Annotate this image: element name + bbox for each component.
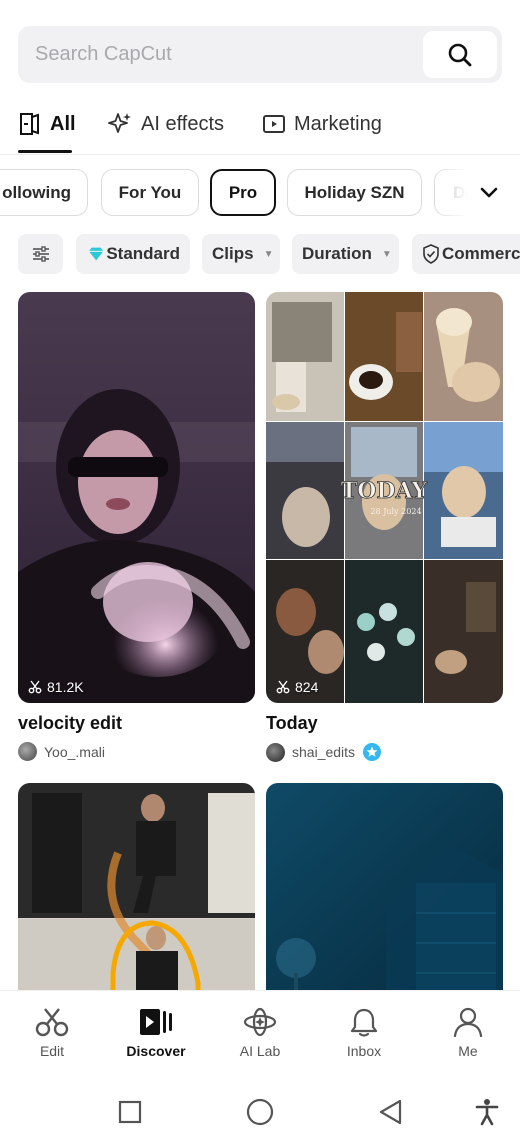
tab-all[interactable]: All	[18, 95, 76, 153]
nav-edit[interactable]: Edit	[2, 1007, 102, 1059]
nav-ai-lab[interactable]: AI Lab	[210, 1007, 310, 1059]
chip-holiday-szn[interactable]: Holiday SZN	[287, 169, 422, 216]
search-button[interactable]	[423, 31, 497, 78]
discover-page: All AI effects Marketing ollowing For Yo…	[0, 0, 520, 1147]
template-card[interactable]	[266, 783, 503, 1003]
bell-icon	[350, 1008, 378, 1037]
template-title: Today	[266, 713, 318, 733]
scissors-icon	[276, 680, 290, 694]
video-preview-image	[18, 783, 255, 1003]
search-icon	[448, 43, 472, 66]
system-nav-bar	[0, 1075, 520, 1147]
template-card[interactable]: 81.2K velocity edit Yoo_.mali	[18, 292, 255, 761]
filter-standard[interactable]: Standard	[76, 234, 190, 274]
template-icon	[20, 113, 39, 135]
nav-discover[interactable]: Discover	[106, 1007, 206, 1059]
chevron-down-icon	[480, 187, 498, 197]
bottom-nav: Edit Discover AI Lab Inbox Me	[0, 990, 520, 1070]
square-icon	[118, 1100, 142, 1124]
video-preview-image: TODAY 28 July 2024	[266, 292, 503, 703]
tab-ai-effects[interactable]: AI effects	[107, 95, 224, 153]
verified-badge-icon	[363, 743, 382, 761]
filter-duration[interactable]: Duration ▼	[292, 234, 399, 274]
triangle-back-icon	[379, 1099, 402, 1125]
avatar	[266, 742, 285, 762]
filter-clips[interactable]: Clips ▼	[202, 234, 280, 274]
accessibility-icon	[475, 1099, 499, 1126]
diamond-icon	[88, 247, 104, 261]
category-chips: ollowing For You Pro Holiday SZN Da	[0, 169, 520, 217]
nav-inbox[interactable]: Inbox	[314, 1007, 414, 1059]
ai-lab-icon	[243, 1007, 277, 1037]
usage-count: 824	[276, 679, 318, 695]
template-author[interactable]: Yoo_.mali	[18, 742, 255, 761]
discover-icon	[140, 1009, 172, 1035]
recent-apps-button[interactable]	[115, 1097, 145, 1127]
filter-row: Standard Clips ▼ Duration ▼ Commerc	[0, 234, 520, 274]
template-thumbnail[interactable]: TODAY 28 July 2024 824	[266, 292, 503, 703]
overlay-date: 28 July 2024	[370, 507, 421, 516]
home-button[interactable]	[245, 1097, 275, 1127]
accessibility-button[interactable]	[472, 1097, 502, 1127]
main-tabs: All AI effects Marketing	[0, 95, 520, 155]
play-box-icon	[263, 115, 285, 133]
template-title: velocity edit	[18, 713, 123, 733]
person-icon	[453, 1007, 483, 1037]
template-card[interactable]: TODAY 28 July 2024 824 Today shai_edits	[266, 292, 503, 762]
chip-following[interactable]: ollowing	[0, 169, 88, 216]
tab-label: AI effects	[141, 112, 225, 135]
overlay-title: TODAY	[341, 478, 428, 504]
template-thumbnail[interactable]: 81.2K	[18, 292, 255, 703]
sliders-icon	[32, 246, 49, 262]
video-preview-image	[266, 783, 503, 1003]
search-input[interactable]	[18, 26, 423, 83]
ai-sparkle-icon	[108, 113, 131, 133]
template-thumbnail[interactable]	[266, 783, 503, 1003]
shield-check-icon	[423, 244, 439, 264]
tab-label: Marketing	[294, 112, 382, 135]
video-preview-image	[18, 292, 255, 703]
avatar	[18, 742, 37, 761]
template-author[interactable]: shai_edits	[266, 742, 503, 762]
filter-commercial[interactable]: Commerc	[412, 234, 520, 274]
tab-label: All	[50, 112, 76, 135]
expand-categories-button[interactable]	[434, 169, 520, 216]
caret-down-icon: ▼	[381, 248, 392, 260]
chip-for-you[interactable]: For You	[101, 169, 199, 216]
chip-pro[interactable]: Pro	[210, 169, 276, 216]
scissors-icon	[35, 1008, 69, 1037]
back-button[interactable]	[375, 1097, 405, 1127]
scissors-icon	[28, 680, 42, 694]
active-tab-indicator	[18, 150, 72, 153]
template-thumbnail[interactable]	[18, 783, 255, 1003]
template-card[interactable]	[18, 783, 255, 1003]
nav-me[interactable]: Me	[418, 1007, 518, 1059]
tab-marketing[interactable]: Marketing	[262, 95, 382, 153]
caret-down-icon: ▼	[263, 248, 274, 260]
filter-settings-button[interactable]	[18, 234, 63, 274]
circle-icon	[246, 1098, 274, 1126]
search-bar	[18, 26, 502, 83]
usage-count: 81.2K	[28, 679, 84, 695]
